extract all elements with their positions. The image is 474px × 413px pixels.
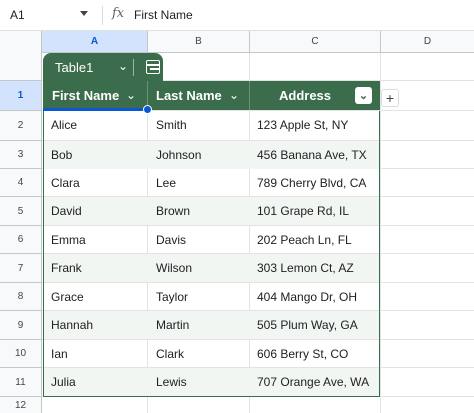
column-header-c[interactable]: C <box>250 31 381 52</box>
gridline <box>380 53 381 413</box>
header-first-name[interactable]: First Name <box>52 81 119 110</box>
table-name-tab[interactable]: Table1 ⌄ <box>43 53 163 81</box>
row-header-5[interactable]: 5 <box>0 197 42 226</box>
row-header-12[interactable]: 12 <box>0 397 42 413</box>
table-header-row: First Name ⌄ Last Name ⌄ Address ⌄ <box>43 81 380 110</box>
row-header-2[interactable]: 2 <box>0 111 42 141</box>
formula-input[interactable]: First Name <box>134 8 193 22</box>
row-header-4[interactable]: 4 <box>0 169 42 197</box>
row-header-spacer <box>0 53 42 81</box>
formula-bar: A1 fx First Name <box>0 0 474 31</box>
row-header-11[interactable]: 11 <box>0 368 42 397</box>
table-view-icon[interactable] <box>146 60 160 74</box>
chevron-down-icon[interactable]: ⌄ <box>126 88 136 102</box>
chevron-down-icon[interactable]: ⌄ <box>118 59 128 73</box>
table-name[interactable]: Table1 <box>55 60 93 75</box>
column-header-a[interactable]: A <box>42 31 148 52</box>
column-header-b[interactable]: B <box>148 31 250 52</box>
row-header-3[interactable]: 3 <box>0 141 42 169</box>
column-header-d[interactable]: D <box>381 31 474 52</box>
add-column-button[interactable]: + <box>381 89 399 107</box>
column-header-row: A B C D <box>0 31 474 53</box>
row-header-8[interactable]: 8 <box>0 283 42 311</box>
row-header-9[interactable]: 9 <box>0 311 42 340</box>
formula-separator <box>102 6 103 25</box>
selected-cell-indicator <box>43 108 148 111</box>
chevron-down-icon[interactable]: ⌄ <box>229 88 239 102</box>
header-last-name[interactable]: Last Name <box>156 81 222 110</box>
name-box[interactable]: A1 <box>10 8 25 22</box>
tab-divider <box>133 59 134 76</box>
header-address[interactable]: Address <box>279 81 331 110</box>
row-header-6[interactable]: 6 <box>0 226 42 254</box>
row-header-7[interactable]: 7 <box>0 254 42 283</box>
header-divider <box>249 81 250 110</box>
row-header-1[interactable]: 1 <box>0 81 42 111</box>
name-box-dropdown-icon[interactable] <box>80 11 88 16</box>
fx-icon: fx <box>112 6 125 21</box>
table-border <box>43 111 380 397</box>
row-header-10[interactable]: 10 <box>0 340 42 368</box>
column-menu-icon[interactable]: ⌄ <box>355 87 372 104</box>
selection-handle[interactable] <box>143 105 152 114</box>
select-all-corner[interactable] <box>0 31 42 53</box>
